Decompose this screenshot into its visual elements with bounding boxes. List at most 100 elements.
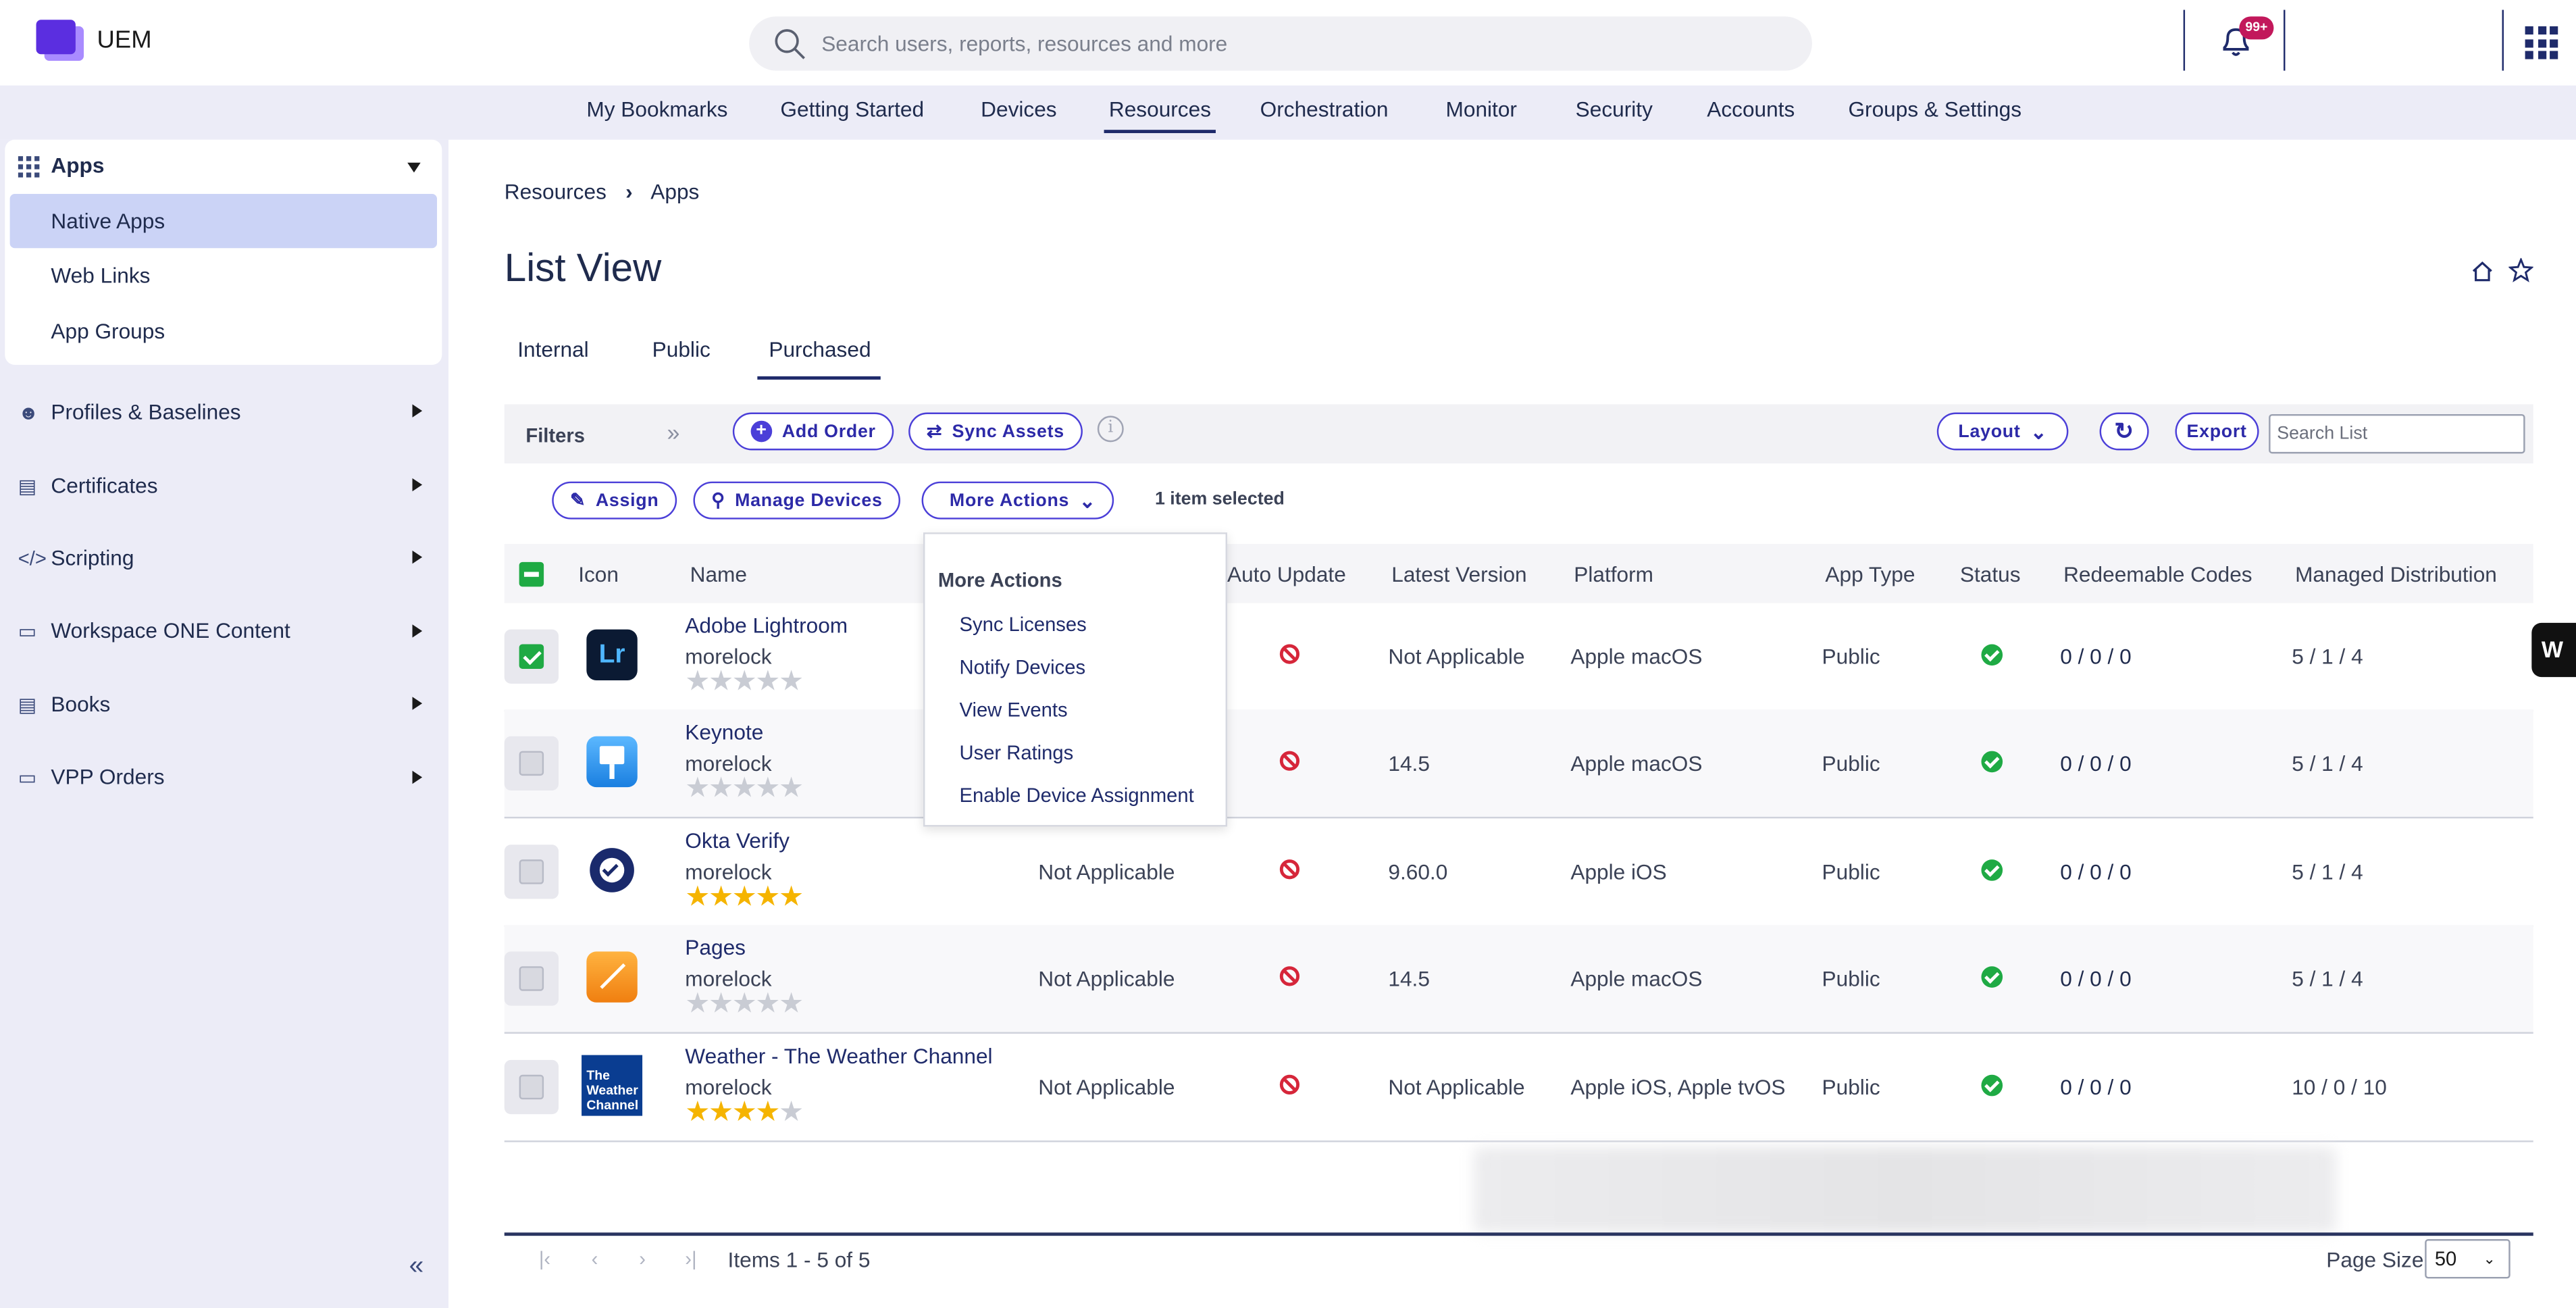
nav-my-bookmarks[interactable]: My Bookmarks [586, 97, 727, 122]
chevron-right-icon[interactable] [412, 697, 423, 710]
collapse-sidebar-icon[interactable]: « [409, 1252, 424, 1282]
more-actions-button[interactable]: More Actions ⌄ [921, 481, 1114, 520]
row-checkbox[interactable] [504, 1059, 559, 1115]
sidebar-item-app-groups[interactable]: App Groups [51, 319, 165, 343]
prev-page-icon[interactable]: ‹ [592, 1247, 598, 1270]
home-icon[interactable] [2471, 259, 2494, 282]
refresh-button[interactable]: ↻ [2099, 412, 2149, 451]
export-button[interactable]: Export [2175, 412, 2259, 451]
cell-latest-version: 14.5 [1388, 966, 1430, 991]
cell-redeemable-codes[interactable]: 0 / 0 / 0 [2060, 966, 2132, 990]
nav-devices[interactable]: Devices [981, 97, 1056, 122]
header-name[interactable]: Name [690, 562, 747, 586]
refresh-icon: ↻ [2114, 417, 2134, 444]
sync-assets-button[interactable]: ⇄ Sync Assets [908, 412, 1083, 451]
cell-col4: Not Applicable [1038, 1074, 1175, 1100]
menu-item-user-ratings[interactable]: User Ratings [960, 741, 1074, 764]
manage-devices-button[interactable]: ⚲ Manage Devices [693, 481, 901, 520]
menu-item-view-events[interactable]: View Events [960, 699, 1068, 722]
cell-managed-distribution[interactable]: 5 / 1 / 4 [2292, 645, 2363, 669]
filters-label[interactable]: Filters [525, 424, 585, 447]
sidebar-item-books[interactable]: ▤ Books [18, 692, 111, 716]
chevron-right-icon[interactable] [412, 550, 423, 564]
global-search[interactable] [749, 16, 1812, 71]
app-name-link[interactable]: Pages [685, 935, 746, 959]
app-name-link[interactable]: Adobe Lightroom [685, 613, 848, 637]
table-row[interactable] [504, 709, 2533, 819]
cell-redeemable-codes[interactable]: 0 / 0 / 0 [2060, 1075, 2132, 1099]
rating-stars: ★★★★★ [685, 665, 804, 697]
header-auto-update[interactable]: Auto Update [1227, 562, 1346, 586]
expand-filters-icon[interactable]: » [667, 419, 680, 445]
star-bookmark-icon[interactable] [2508, 257, 2533, 282]
cell-redeemable-codes[interactable]: 0 / 0 / 0 [2060, 645, 2132, 669]
sidebar-item-profiles[interactable]: ☻ Profiles & Baselines [18, 399, 241, 424]
header-app-type[interactable]: App Type [1825, 562, 1915, 586]
sidebar-item-native-apps[interactable]: Native Apps [51, 209, 165, 233]
cell-managed-distribution[interactable]: 5 / 1 / 4 [2292, 751, 2363, 776]
tab-purchased[interactable]: Purchased [769, 337, 871, 361]
nav-orchestration[interactable]: Orchestration [1260, 97, 1389, 122]
header-latest-version[interactable]: Latest Version [1391, 562, 1526, 586]
nav-groups-settings[interactable]: Groups & Settings [1848, 97, 2021, 122]
sidebar-item-vpp-orders[interactable]: ▭ VPP Orders [18, 764, 165, 788]
first-page-icon[interactable]: |‹ [539, 1247, 550, 1270]
search-list-input[interactable] [2269, 413, 2525, 454]
nav-accounts[interactable]: Accounts [1707, 97, 1795, 122]
nav-getting-started[interactable]: Getting Started [780, 97, 924, 122]
header-status[interactable]: Status [1960, 562, 2021, 586]
chevron-right-icon[interactable] [412, 478, 423, 492]
nav-security[interactable]: Security [1576, 97, 1653, 122]
side-widget-tab[interactable]: W [2531, 622, 2576, 678]
chevron-down-icon: ⌄ [1079, 488, 1096, 512]
row-checkbox[interactable] [504, 951, 559, 1006]
header-redeemable-codes[interactable]: Redeemable Codes [2063, 562, 2252, 586]
tab-public[interactable]: Public [652, 337, 711, 361]
cell-redeemable-codes[interactable]: 0 / 0 / 0 [2060, 859, 2132, 884]
cell-managed-distribution[interactable]: 5 / 1 / 4 [2292, 859, 2363, 884]
app-name-link[interactable]: Weather - The Weather Channel [685, 1044, 992, 1068]
layout-button[interactable]: Layout ⌄ [1936, 412, 2069, 451]
sidebar-item-certificates[interactable]: ▤ Certificates [18, 474, 158, 498]
header-managed-distribution[interactable]: Managed Distribution [2295, 562, 2497, 586]
next-page-icon[interactable]: › [639, 1247, 646, 1270]
global-search-input[interactable] [821, 28, 1774, 59]
chevron-right-icon[interactable] [412, 770, 423, 784]
book-icon: ▤ [18, 693, 37, 717]
cell-managed-distribution[interactable]: 5 / 1 / 4 [2292, 966, 2363, 990]
last-page-icon[interactable]: ›| [685, 1247, 696, 1270]
sidebar-item-scripting[interactable]: </> Scripting [18, 546, 134, 570]
chevron-down-icon[interactable] [407, 162, 421, 173]
nav-monitor[interactable]: Monitor [1446, 97, 1517, 122]
row-checkbox[interactable] [504, 736, 559, 790]
menu-item-notify-devices[interactable]: Notify Devices [960, 656, 1086, 679]
app-name-link[interactable]: Okta Verify [685, 828, 790, 853]
row-checkbox[interactable] [504, 629, 559, 684]
uem-logo[interactable] [36, 20, 84, 61]
page-size-select[interactable]: 50 ⌄ [2425, 1239, 2510, 1279]
info-icon[interactable]: i [1097, 416, 1124, 443]
sidebar-apps-header[interactable]: Apps [51, 153, 104, 177]
assign-button[interactable]: ✎ Assign [552, 481, 677, 520]
tab-internal[interactable]: Internal [517, 337, 589, 361]
row-checkbox[interactable] [504, 845, 559, 899]
app-launcher-icon[interactable] [2525, 26, 2558, 59]
sidebar-item-web-links[interactable]: Web Links [51, 263, 150, 287]
app-name-link[interactable]: Keynote [685, 720, 763, 744]
breadcrumb-resources[interactable]: Resources [505, 179, 607, 203]
chevron-right-icon[interactable] [412, 404, 423, 418]
sidebar-item-content[interactable]: ▭ Workspace ONE Content [18, 618, 290, 643]
select-all-checkbox[interactable] [519, 561, 544, 587]
nav-resources[interactable]: Resources [1104, 97, 1216, 134]
menu-item-sync-licenses[interactable]: Sync Licenses [960, 613, 1087, 636]
header-platform[interactable]: Platform [1574, 562, 1653, 586]
main-nav: My Bookmarks Getting Started Devices Res… [0, 85, 2576, 140]
table-row[interactable] [504, 925, 2533, 1034]
add-order-button[interactable]: + Add Order [732, 412, 894, 451]
breadcrumb-apps[interactable]: Apps [650, 179, 699, 203]
chevron-right-icon[interactable] [412, 624, 423, 638]
cell-redeemable-codes[interactable]: 0 / 0 / 0 [2060, 751, 2132, 776]
cell-managed-distribution[interactable]: 10 / 0 / 10 [2292, 1075, 2387, 1099]
menu-item-enable-device-assignment[interactable]: Enable Device Assignment [960, 784, 1194, 807]
table-row[interactable] [504, 818, 2533, 927]
